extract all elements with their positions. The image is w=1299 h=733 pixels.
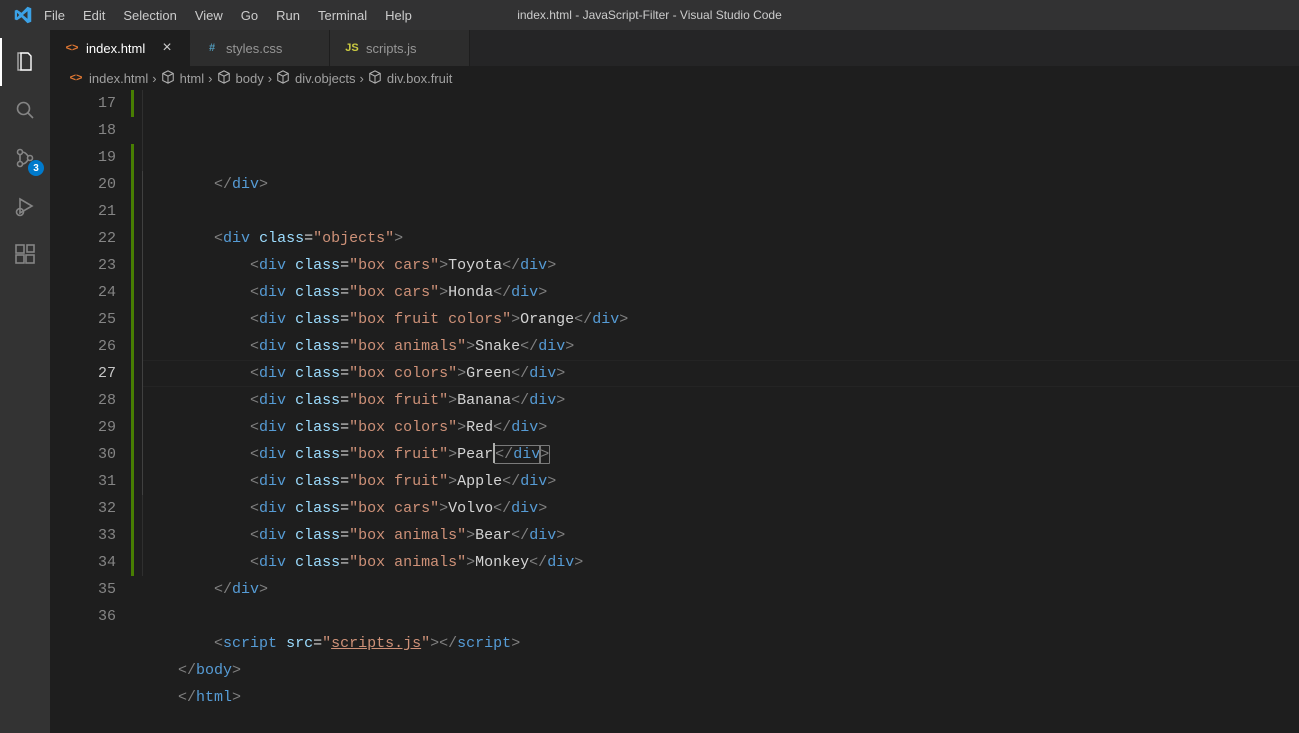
menu-item-file[interactable]: File (35, 0, 74, 30)
symbol-icon (217, 70, 231, 87)
line-number: 34 (50, 549, 116, 576)
breadcrumb-item[interactable]: body (217, 70, 264, 87)
activity-extensions[interactable] (0, 230, 50, 278)
vscode-logo-icon (0, 6, 35, 24)
code-content[interactable]: </div> <div class="objects"> <div class=… (142, 90, 1299, 733)
code-line[interactable]: </html> (142, 684, 1299, 711)
title-bar: FileEditSelectionViewGoRunTerminalHelp i… (0, 0, 1299, 30)
code-line[interactable] (142, 603, 1299, 630)
text-cursor (493, 443, 495, 463)
line-number: 21 (50, 198, 116, 225)
line-number: 33 (50, 522, 116, 549)
code-line[interactable]: <script src="scripts.js"></script> (142, 630, 1299, 657)
line-number: 17 (50, 90, 116, 117)
code-line[interactable]: <div class="box colors">Red</div> (142, 414, 1299, 441)
code-line[interactable]: <div class="box animals">Snake</div> (142, 333, 1299, 360)
tab-label: scripts.js (366, 41, 417, 56)
code-line[interactable]: <div class="box fruit">Apple</div> (142, 468, 1299, 495)
activity-explorer[interactable] (0, 38, 50, 86)
breadcrumb-item[interactable]: <> index.html (68, 70, 148, 86)
breadcrumb-label: div.objects (295, 71, 355, 86)
tab-index-html[interactable]: <> index.html × (50, 30, 190, 66)
code-line[interactable]: <div class="box colors">Green</div> (142, 360, 1299, 387)
code-line[interactable] (142, 198, 1299, 225)
code-line[interactable]: <div class="box fruit">Pear</div> (142, 441, 1299, 468)
line-number: 31 (50, 468, 116, 495)
chevron-right-icon: › (152, 71, 156, 86)
breadcrumbs[interactable]: <>index.html›html›body›div.objects›div.b… (50, 66, 1299, 90)
line-number: 19 (50, 144, 116, 171)
breadcrumb-item[interactable]: html (161, 70, 205, 87)
line-number: 36 (50, 603, 116, 630)
line-number: 22 (50, 225, 116, 252)
menu-bar: FileEditSelectionViewGoRunTerminalHelp (35, 0, 421, 30)
line-number: 20 (50, 171, 116, 198)
menu-item-help[interactable]: Help (376, 0, 421, 30)
code-line[interactable]: </body> (142, 657, 1299, 684)
html-file-icon: <> (68, 70, 84, 86)
breadcrumb-label: body (236, 71, 264, 86)
line-number: 35 (50, 576, 116, 603)
code-editor[interactable]: 1718192021222324252627282930313233343536… (50, 90, 1299, 733)
breadcrumb-label: html (180, 71, 205, 86)
breadcrumb-item[interactable]: div.objects (276, 70, 355, 87)
tab-scripts-js[interactable]: JSscripts.js× (330, 30, 470, 66)
close-icon[interactable]: × (159, 39, 175, 57)
menu-item-run[interactable]: Run (267, 0, 309, 30)
line-number: 27 (50, 360, 116, 387)
line-number: 24 (50, 279, 116, 306)
line-number: 25 (50, 306, 116, 333)
symbol-icon (368, 70, 382, 87)
code-line[interactable]: <div class="box cars">Toyota</div> (142, 252, 1299, 279)
activity-search[interactable] (0, 86, 50, 134)
tab-label: index.html (86, 41, 145, 56)
line-number: 29 (50, 414, 116, 441)
symbol-icon (276, 70, 290, 87)
menu-item-view[interactable]: View (186, 0, 232, 30)
line-number: 30 (50, 441, 116, 468)
scm-badge: 3 (28, 160, 44, 176)
line-number: 32 (50, 495, 116, 522)
line-number: 23 (50, 252, 116, 279)
menu-item-edit[interactable]: Edit (74, 0, 114, 30)
chevron-right-icon: › (208, 71, 212, 86)
js-file-icon: JS (344, 40, 360, 56)
breadcrumb-item[interactable]: div.box.fruit (368, 70, 453, 87)
editor-area: <>index.html×#styles.css×JSscripts.js× <… (50, 30, 1299, 733)
code-line[interactable]: <div class="box cars">Volvo</div> (142, 495, 1299, 522)
chevron-right-icon: › (360, 71, 364, 86)
code-line[interactable]: <div class="box animals">Bear</div> (142, 522, 1299, 549)
menu-item-go[interactable]: Go (232, 0, 267, 30)
line-number: 18 (50, 117, 116, 144)
html-file-icon: <> (64, 40, 80, 56)
tab-label: styles.css (226, 41, 282, 56)
symbol-icon (161, 70, 175, 87)
menu-item-terminal[interactable]: Terminal (309, 0, 376, 30)
code-line[interactable]: <div class="box animals">Monkey</div> (142, 549, 1299, 576)
line-number: 26 (50, 333, 116, 360)
line-number: 28 (50, 387, 116, 414)
activity-scm[interactable]: 3 (0, 134, 50, 182)
gutter: 1718192021222324252627282930313233343536 (50, 90, 142, 733)
tab-bar: <>index.html×#styles.css×JSscripts.js× (50, 30, 1299, 66)
chevron-right-icon: › (268, 71, 272, 86)
breadcrumb-label: index.html (89, 71, 148, 86)
menu-item-selection[interactable]: Selection (114, 0, 185, 30)
activity-bar: 3 (0, 30, 50, 733)
code-line[interactable]: </div> (142, 171, 1299, 198)
main-area: 3 <>index.html×#styles.css×JSscripts.js×… (0, 30, 1299, 733)
css-file-icon: # (204, 40, 220, 56)
breadcrumb-label: div.box.fruit (387, 71, 453, 86)
code-line[interactable]: <div class="objects"> (142, 225, 1299, 252)
code-line[interactable]: </div> (142, 576, 1299, 603)
window-title: index.html - JavaScript-Filter - Visual … (517, 8, 782, 22)
indent-guide (142, 90, 143, 576)
code-line[interactable]: <div class="box fruit colors">Orange</di… (142, 306, 1299, 333)
tab-styles-css[interactable]: #styles.css× (190, 30, 330, 66)
code-line[interactable]: <div class="box fruit">Banana</div> (142, 387, 1299, 414)
activity-debug[interactable] (0, 182, 50, 230)
code-line[interactable]: <div class="box cars">Honda</div> (142, 279, 1299, 306)
